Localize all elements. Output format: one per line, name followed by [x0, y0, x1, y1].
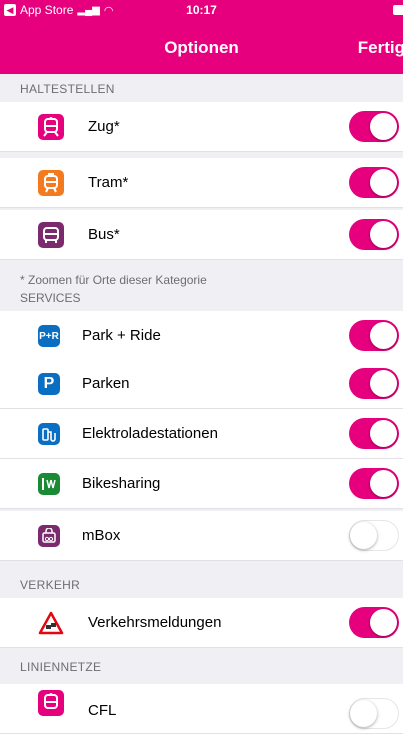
tram-toggle[interactable]: [349, 167, 399, 198]
done-button[interactable]: Fertig: [358, 38, 403, 58]
elektro-toggle[interactable]: [349, 418, 399, 449]
section-header-services: SERVICES: [20, 291, 81, 305]
row-verkehrsmeldungen[interactable]: Verkehrsmeldungen: [0, 598, 403, 648]
park-ride-icon: P+R: [38, 325, 60, 347]
toggle-knob: [370, 221, 397, 248]
bus-icon: [38, 222, 64, 248]
row-tram[interactable]: Tram*: [0, 158, 403, 208]
bus-toggle[interactable]: [349, 219, 399, 250]
parken-toggle[interactable]: [349, 368, 399, 399]
toggle-knob: [370, 609, 397, 636]
row-zug[interactable]: Zug*: [0, 102, 403, 152]
zug-toggle[interactable]: [349, 111, 399, 142]
parking-icon: P: [38, 373, 60, 395]
navigation-bar: Optionen Fertig: [0, 20, 403, 74]
tram-label: Tram*: [88, 174, 129, 191]
row-cfl[interactable]: CFL: [0, 684, 403, 734]
section-header-haltestellen: HALTESTELLEN: [20, 82, 115, 96]
bikesharing-label: Bikesharing: [82, 475, 161, 492]
tram-icon: [38, 170, 64, 196]
row-bikesharing[interactable]: Bikesharing: [0, 459, 403, 509]
toggle-knob: [370, 370, 397, 397]
mbox-icon: [38, 525, 60, 547]
row-elektroladestationen[interactable]: Elektroladestationen: [0, 409, 403, 459]
row-park-ride[interactable]: P+R Park + Ride: [0, 311, 403, 361]
verkehrsmeldungen-label: Verkehrsmeldungen: [88, 614, 222, 631]
cfl-label: CFL: [88, 702, 117, 719]
park-ride-toggle[interactable]: [349, 320, 399, 351]
verkehrsmeldungen-toggle[interactable]: [349, 607, 399, 638]
page-title: Optionen: [164, 38, 239, 57]
mbox-toggle[interactable]: [349, 520, 399, 551]
zoom-note: * Zoomen für Orte dieser Kategorie: [20, 273, 207, 287]
status-bar: ◀ App Store ▂▄▆ ◠ 10:17: [0, 0, 403, 20]
elektro-label: Elektroladestationen: [82, 425, 218, 442]
cfl-toggle[interactable]: [349, 698, 399, 729]
toggle-knob: [370, 470, 397, 497]
section-header-verkehr: VERKEHR: [20, 578, 81, 592]
battery-icon: [393, 5, 403, 15]
row-mbox[interactable]: mBox: [0, 511, 403, 561]
bus-label: Bus*: [88, 226, 120, 243]
toggle-knob: [370, 322, 397, 349]
train-icon: [38, 690, 64, 716]
row-bus[interactable]: Bus*: [0, 210, 403, 260]
section-header-liniennetze: LINIENNETZE: [20, 660, 102, 674]
toggle-knob: [350, 699, 377, 727]
toggle-knob: [370, 169, 397, 196]
bikesharing-icon: [38, 473, 60, 495]
row-parken[interactable]: P Parken: [0, 359, 403, 409]
parken-label: Parken: [82, 375, 130, 392]
toggle-knob: [370, 420, 397, 447]
mbox-label: mBox: [82, 527, 121, 544]
toggle-knob: [350, 521, 377, 549]
bikesharing-toggle[interactable]: [349, 468, 399, 499]
train-icon: [38, 114, 64, 140]
status-time: 10:17: [186, 3, 217, 17]
traffic-warning-icon: [38, 610, 64, 636]
toggle-knob: [370, 113, 397, 140]
charging-station-icon: [38, 423, 60, 445]
park-ride-label: Park + Ride: [82, 327, 161, 344]
zug-label: Zug*: [88, 118, 120, 135]
